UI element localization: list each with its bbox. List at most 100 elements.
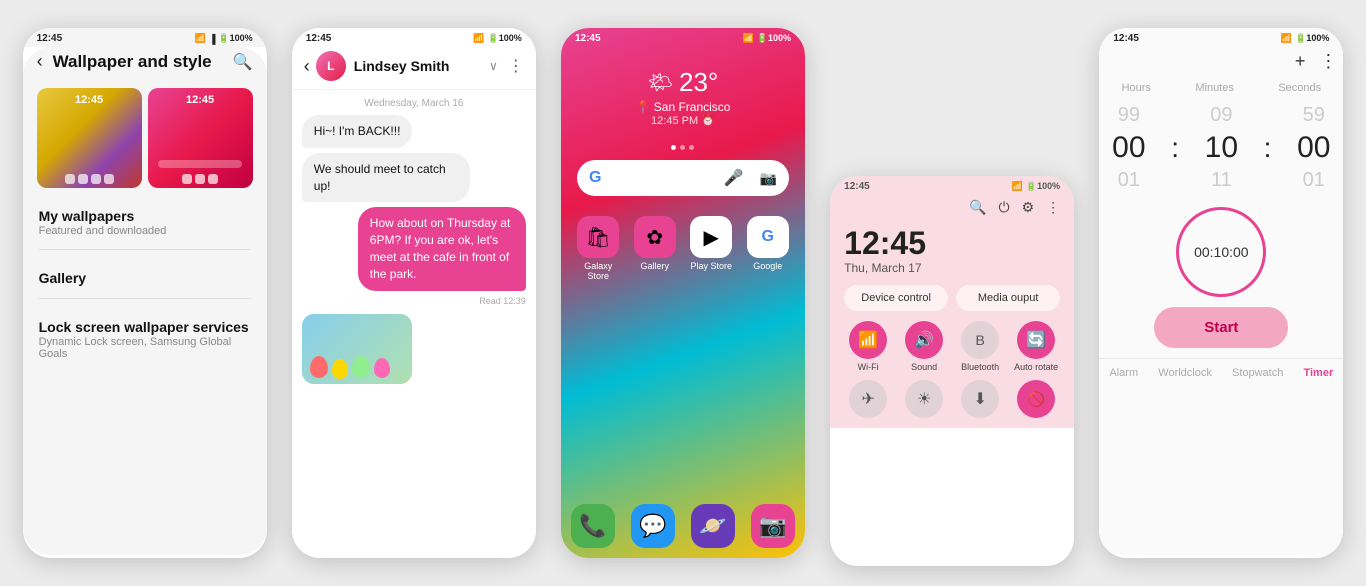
- tab-alarm[interactable]: Alarm: [1109, 367, 1138, 379]
- autorotate-toggle[interactable]: 🔄 Auto rotate: [1012, 321, 1060, 372]
- gallery-title: Gallery: [39, 270, 251, 286]
- tab-worldclock[interactable]: Worldclock: [1158, 367, 1212, 379]
- search-cam-icon[interactable]: 📷: [760, 170, 777, 187]
- search-bar[interactable]: G 🎤 📷: [577, 160, 789, 196]
- battery-icon-1: 🔋100%: [218, 33, 252, 44]
- msg-received-1: Hi~! I'm BACK!!!: [302, 115, 413, 148]
- timer-more-icon[interactable]: ⋮: [1319, 51, 1337, 72]
- wallpaper-thumb-right[interactable]: 12:45: [148, 88, 253, 188]
- my-wallpapers-section[interactable]: My wallpapers Featured and downloaded: [23, 196, 267, 241]
- qp-more-icon[interactable]: ⋮: [1046, 199, 1060, 216]
- app-google[interactable]: G Google: [744, 216, 791, 281]
- hours-label: Hours: [1122, 82, 1151, 94]
- autorotate-toggle-btn[interactable]: 🔄: [1017, 321, 1055, 359]
- back-arrow-2[interactable]: ‹: [304, 56, 310, 77]
- download-toggle-btn[interactable]: ⬇: [961, 380, 999, 418]
- qp-search-icon[interactable]: 🔍: [969, 199, 986, 216]
- status-time-2: 12:45: [306, 33, 332, 44]
- qp-settings-icon[interactable]: ⚙: [1022, 199, 1035, 216]
- google-logo: G: [589, 169, 601, 187]
- colon-2: :: [1264, 132, 1272, 164]
- hours-bot: 01: [1118, 167, 1140, 193]
- chevron-icon[interactable]: ∨: [489, 59, 498, 73]
- brightness-toggle[interactable]: ☀: [900, 380, 948, 418]
- samsung-app[interactable]: 🪐: [691, 504, 735, 548]
- qp-power-icon[interactable]: ⏻: [999, 199, 1010, 216]
- seconds-scroll: 59 00 01: [1297, 102, 1330, 193]
- search-icon-1[interactable]: 🔍: [233, 52, 253, 72]
- phone-app[interactable]: 📞: [571, 504, 615, 548]
- minutes-label: Minutes: [1195, 82, 1234, 94]
- bluetooth-toggle[interactable]: B Bluetooth: [956, 321, 1004, 372]
- sound-toggle[interactable]: 🔊 Sound: [900, 321, 948, 372]
- brightness-toggle-btn[interactable]: ☀: [905, 380, 943, 418]
- weather-icon: 🌤: [648, 70, 673, 95]
- wallpaper-header: ‹ Wallpaper and style 🔍: [23, 47, 267, 80]
- dot-3: [689, 145, 694, 150]
- back-arrow-icon[interactable]: ‹: [37, 51, 43, 72]
- qp-clock: 12:45: [844, 218, 1060, 261]
- msg-received-2: We should meet to catch up!: [302, 153, 470, 203]
- status-time-3: 12:45: [575, 33, 601, 44]
- camera-app[interactable]: 📷: [751, 504, 795, 548]
- quick-panel-body: 🔍 ⏻ ⚙ ⋮ 12:45 Thu, March 17 Device contr…: [830, 195, 1074, 428]
- dnd-toggle-btn[interactable]: 🚫: [1017, 380, 1055, 418]
- timer-circle: 00:10:00: [1176, 207, 1266, 297]
- timer-top-row: + ⋮: [1099, 47, 1343, 78]
- airplane-toggle-btn[interactable]: ✈: [849, 380, 887, 418]
- timer-start-button[interactable]: Start: [1154, 307, 1288, 348]
- status-bar-1: 12:45 📶 ▐ 🔋100%: [23, 28, 267, 47]
- min-bot: 11: [1211, 167, 1232, 193]
- google-label: Google: [753, 261, 782, 271]
- dnd-toggle[interactable]: 🚫: [1012, 380, 1060, 418]
- dot-2: [680, 145, 685, 150]
- app-gallery[interactable]: ✿ Gallery: [631, 216, 678, 281]
- gallery-section[interactable]: Gallery: [23, 258, 267, 290]
- status-bar-4: 12:45 📶 🔋100%: [830, 176, 1074, 195]
- tab-timer[interactable]: Timer: [1303, 367, 1333, 379]
- phone1-wallpaper: 12:45 📶 ▐ 🔋100% ‹ Wallpaper and style 🔍 …: [23, 28, 267, 558]
- page-wrapper: 12:45 📶 ▐ 🔋100% ‹ Wallpaper and style 🔍 …: [0, 0, 1366, 586]
- min-mid: 10: [1205, 128, 1238, 167]
- sec-top: 59: [1303, 102, 1325, 128]
- more-icon[interactable]: ⋮: [508, 56, 524, 76]
- msg-read-time: Read 12:39: [302, 296, 526, 306]
- status-icons-5: 📶 🔋100%: [1281, 33, 1329, 44]
- messages-app[interactable]: 💬: [631, 504, 675, 548]
- phone3-home: 12:45 📶 🔋100% 🌤 23° 📍 San Francisco 12:4…: [561, 28, 805, 558]
- media-output-btn[interactable]: Media ouput: [956, 285, 1060, 311]
- wp-screen-icons-right: [148, 174, 253, 184]
- home-bottom-bar: 📞 💬 🪐 📷: [561, 504, 805, 548]
- minutes-scroll: 09 10 11: [1205, 102, 1238, 193]
- sec-bot: 01: [1303, 167, 1325, 193]
- wifi-toggle[interactable]: 📶 Wi-Fi: [844, 321, 892, 372]
- device-control-btn[interactable]: Device control: [844, 285, 948, 311]
- divider2: [39, 298, 251, 299]
- msg-date: Wednesday, March 16: [292, 90, 536, 115]
- timer-bottom-tabs: Alarm Worldclock Stopwatch Timer: [1099, 358, 1343, 383]
- wallpaper-thumb-left[interactable]: 12:45: [37, 88, 142, 188]
- gallery-label: Gallery: [640, 261, 669, 271]
- play-store-icon: ▶: [690, 216, 732, 258]
- weather-widget: 🌤 23° 📍 San Francisco 12:45 PM ⏰: [561, 47, 805, 137]
- lockscreen-section[interactable]: Lock screen wallpaper services Dynamic L…: [23, 307, 267, 364]
- qp-top-icons: 🔍 ⏻ ⚙ ⋮: [844, 195, 1060, 218]
- bluetooth-toggle-btn[interactable]: B: [961, 321, 999, 359]
- sound-toggle-btn[interactable]: 🔊: [905, 321, 943, 359]
- tab-stopwatch[interactable]: Stopwatch: [1232, 367, 1283, 379]
- hours-mid: 00: [1112, 128, 1145, 167]
- airplane-toggle[interactable]: ✈: [844, 380, 892, 418]
- download-toggle[interactable]: ⬇: [956, 380, 1004, 418]
- status-bar-5: 12:45 📶 🔋100%: [1099, 28, 1343, 47]
- app-galaxy-store[interactable]: 🛍 Galaxy Store: [575, 216, 622, 281]
- timer-labels: Hours Minutes Seconds: [1099, 78, 1343, 98]
- wifi-toggle-btn[interactable]: 📶: [849, 321, 887, 359]
- contact-avatar: L: [316, 51, 346, 81]
- timer-add-icon[interactable]: +: [1295, 51, 1306, 72]
- hours-scroll: 99 00 01: [1112, 102, 1145, 193]
- qp-toggle-row2: ✈ ☀ ⬇ 🚫: [844, 380, 1060, 418]
- app-play-store[interactable]: ▶ Play Store: [688, 216, 735, 281]
- search-mic-icon[interactable]: 🎤: [724, 168, 744, 188]
- battery-icon-2: 🔋100%: [488, 33, 522, 44]
- city: 📍 San Francisco: [561, 100, 805, 114]
